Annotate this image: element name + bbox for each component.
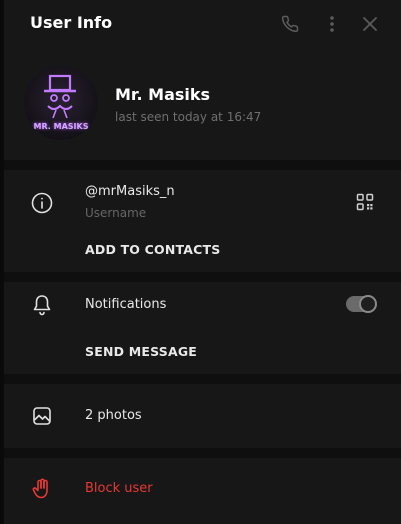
more-vertical-icon[interactable] [321, 13, 343, 35]
user-name: Mr. Masiks [115, 85, 211, 104]
close-icon[interactable] [359, 13, 381, 35]
add-to-contacts-button[interactable]: ADD TO CONTACTS [85, 242, 220, 257]
section-divider [4, 160, 401, 170]
photo-icon [30, 404, 54, 428]
avatar-logo-text: MR. MASIKS [33, 122, 89, 131]
bell-icon [30, 293, 54, 317]
send-message-button[interactable]: SEND MESSAGE [85, 344, 197, 359]
section-divider [4, 374, 401, 384]
notifications-toggle[interactable] [346, 295, 377, 313]
toggle-knob [359, 295, 377, 313]
block-user-button[interactable]: Block user [85, 481, 153, 496]
qr-code-icon[interactable] [356, 193, 374, 211]
shared-photos-item[interactable]: 2 photos [85, 408, 142, 423]
last-seen-status: last seen today at 16:47 [115, 110, 262, 124]
block-hand-icon [30, 477, 54, 501]
panel-title: User Info [30, 13, 113, 32]
section-divider [4, 448, 401, 458]
avatar[interactable]: MR. MASIKS [24, 66, 98, 140]
info-icon [30, 191, 54, 215]
profile-section: MR. MASIKS Mr. Masiks last seen today at… [4, 58, 401, 158]
notifications-label: Notifications [85, 297, 167, 312]
user-info-panel: User Info MR. MASIKS Mr. Masiks last see… [0, 0, 401, 524]
username-caption: Username [85, 206, 147, 220]
panel-header: User Info [4, 0, 401, 48]
username-value[interactable]: @mrMasiks_n [85, 184, 175, 199]
section-divider [4, 272, 401, 282]
phone-icon[interactable] [279, 13, 301, 35]
